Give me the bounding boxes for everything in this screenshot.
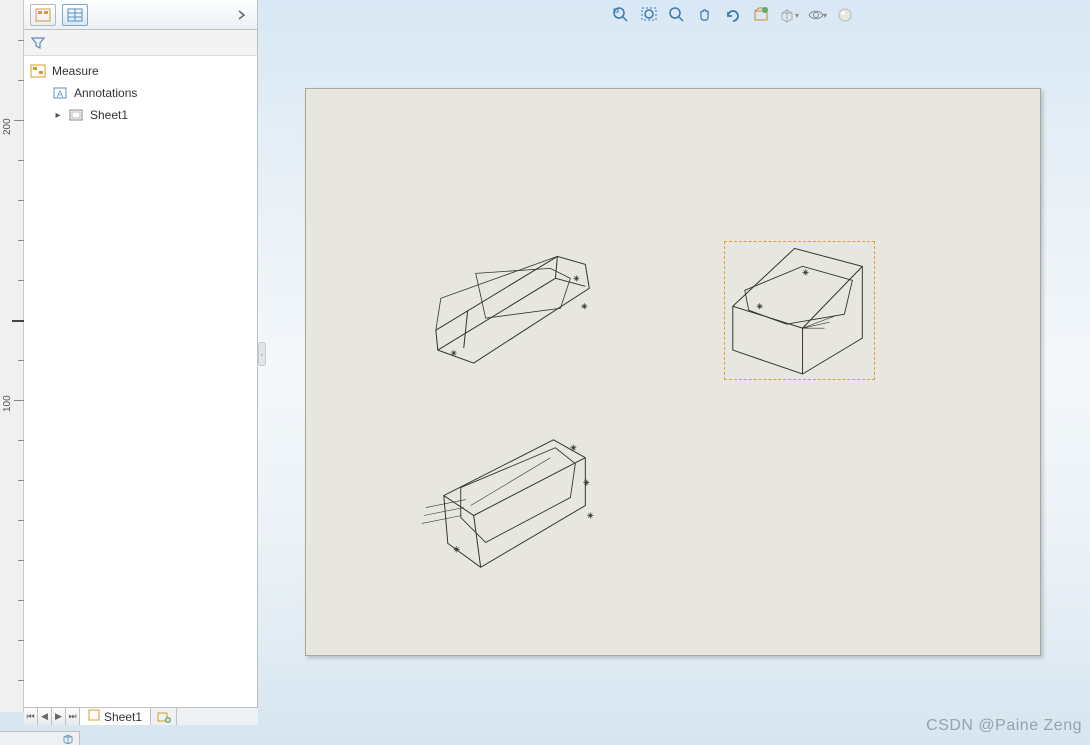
sheet-nav-next[interactable]: ▶ bbox=[52, 708, 66, 725]
panel-tab-strip bbox=[24, 0, 257, 30]
view-toolbar: ▾ ▾ bbox=[610, 4, 856, 26]
zoom-previous-icon bbox=[668, 6, 686, 24]
feature-manager-tab[interactable] bbox=[30, 4, 56, 26]
redo-icon bbox=[724, 6, 742, 24]
ruler-label: 100 bbox=[2, 395, 13, 412]
feature-manager-panel: Measure A Annotations ▸ Sheet1 bbox=[24, 0, 258, 712]
drawing-view-2 bbox=[422, 440, 593, 568]
drawing-sheet[interactable] bbox=[305, 88, 1041, 656]
redo-button[interactable] bbox=[722, 5, 744, 25]
svg-text:A: A bbox=[57, 89, 63, 99]
property-icon bbox=[67, 8, 83, 22]
vertical-ruler: 200 100 bbox=[0, 0, 24, 712]
sheet-nav-prev[interactable]: ◀ bbox=[38, 708, 52, 725]
sheet-tab-bar: ⏮ ◀ ▶ ⏭ Sheet1 bbox=[24, 707, 258, 725]
sphere-icon bbox=[837, 7, 853, 23]
tree-node-annotations[interactable]: A Annotations bbox=[24, 82, 257, 104]
zoom-to-fit-button[interactable] bbox=[638, 5, 660, 25]
pan-icon bbox=[696, 6, 714, 24]
panel-splitter-handle[interactable] bbox=[258, 342, 266, 366]
feature-tree-icon bbox=[35, 8, 51, 22]
hide-show-button[interactable]: ▾ bbox=[806, 5, 828, 25]
add-sheet-button[interactable] bbox=[151, 708, 177, 725]
drawing-view-1 bbox=[436, 256, 589, 363]
expander-collapsed-icon[interactable]: ▸ bbox=[52, 109, 64, 121]
tree-label: Annotations bbox=[74, 86, 137, 100]
chevron-right-icon bbox=[238, 10, 246, 20]
section-icon bbox=[752, 6, 770, 24]
tree-label: Measure bbox=[52, 64, 99, 78]
tree-label: Sheet1 bbox=[90, 108, 128, 122]
sheet-tab-active[interactable]: Sheet1 bbox=[80, 708, 151, 725]
zoom-to-area-button[interactable] bbox=[610, 5, 632, 25]
sheet-icon bbox=[68, 107, 84, 123]
appearance-button[interactable] bbox=[834, 5, 856, 25]
zoom-fit-icon bbox=[640, 6, 658, 24]
zoom-area-icon bbox=[612, 6, 630, 24]
filter-row bbox=[24, 30, 257, 56]
sheet-nav-last[interactable]: ⏭ bbox=[66, 708, 80, 725]
tree-root-measure[interactable]: Measure bbox=[24, 60, 257, 82]
zoom-previous-button[interactable] bbox=[666, 5, 688, 25]
design-tree: Measure A Annotations ▸ Sheet1 bbox=[24, 56, 257, 712]
add-sheet-icon bbox=[157, 711, 171, 723]
bottom-left-stub bbox=[0, 731, 80, 745]
dropdown-arrow-icon: ▾ bbox=[823, 11, 827, 20]
ruler-label: 200 bbox=[2, 118, 13, 135]
section-view-button[interactable] bbox=[750, 5, 772, 25]
annotations-icon: A bbox=[52, 85, 68, 101]
drawing-view-3 bbox=[733, 248, 863, 374]
model-cube-icon[interactable] bbox=[61, 734, 75, 744]
panel-overflow-arrow[interactable] bbox=[233, 6, 251, 24]
pan-button[interactable] bbox=[694, 5, 716, 25]
sheet-tab-label: Sheet1 bbox=[104, 710, 142, 724]
watermark-text: CSDN @Paine Zeng bbox=[926, 717, 1082, 735]
filter-icon[interactable] bbox=[30, 35, 46, 51]
property-manager-tab[interactable] bbox=[62, 4, 88, 26]
tree-node-sheet[interactable]: ▸ Sheet1 bbox=[24, 104, 257, 126]
dropdown-arrow-icon: ▾ bbox=[795, 11, 799, 20]
display-style-button[interactable]: ▾ bbox=[778, 5, 800, 25]
drawing-icon bbox=[30, 63, 46, 79]
sheet-page-icon bbox=[88, 709, 100, 724]
drawing-views bbox=[306, 89, 1040, 655]
sheet-nav-first[interactable]: ⏮ bbox=[24, 708, 38, 725]
